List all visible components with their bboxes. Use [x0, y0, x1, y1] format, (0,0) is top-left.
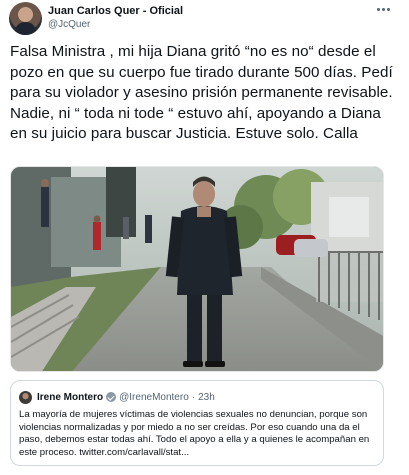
quoted-author-avatar[interactable]: [19, 390, 32, 404]
author-avatar[interactable]: [9, 2, 42, 35]
quoted-separator: ·: [191, 391, 196, 403]
quoted-tweet-header: Irene Montero @IreneMontero · 23h: [19, 390, 215, 404]
quoted-timestamp[interactable]: 23h: [198, 392, 215, 403]
author-name-block[interactable]: Juan Carlos Quer - Oficial @JcQuer: [48, 4, 183, 32]
tweet-header: Juan Carlos Quer - Oficial @JcQuer: [9, 2, 400, 38]
quoted-tweet-text: La mayoría de mujeres víctimas de violen…: [19, 409, 370, 458]
more-horizontal-icon[interactable]: [374, 2, 392, 16]
verified-badge-icon: [106, 392, 117, 402]
photo-scene: [11, 167, 383, 371]
quoted-tweet[interactable]: Irene Montero @IreneMontero · 23h La may…: [10, 380, 384, 466]
tweet-text: Falsa Ministra , mi hija Diana gritó “no…: [10, 43, 393, 142]
quoted-author-display-name[interactable]: Irene Montero: [37, 392, 103, 403]
quoted-author-handle[interactable]: @IreneMontero: [119, 392, 189, 403]
author-handle[interactable]: @JcQuer: [48, 18, 183, 32]
author-display-name[interactable]: Juan Carlos Quer - Oficial: [48, 4, 183, 18]
tweet-photo[interactable]: [10, 166, 384, 372]
